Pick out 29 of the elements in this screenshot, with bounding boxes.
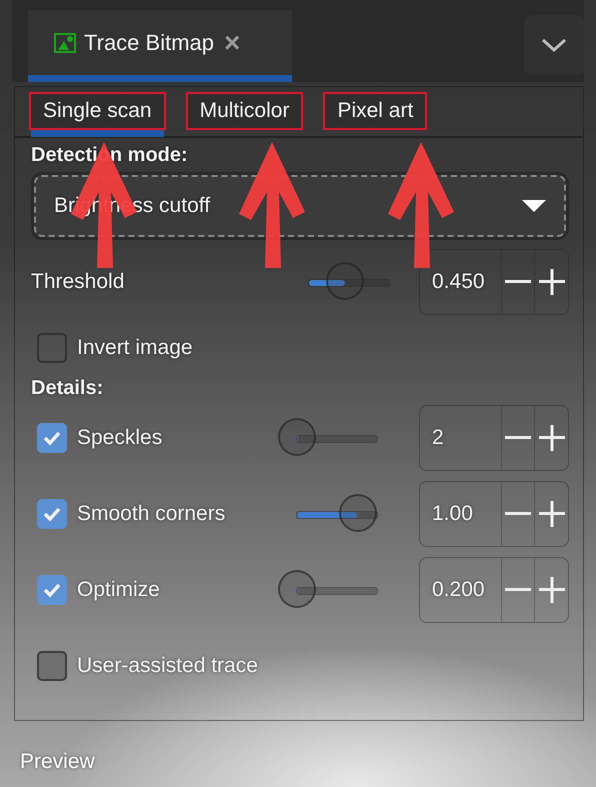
threshold-label: Threshold [31, 270, 126, 294]
preview-label: Preview [20, 750, 95, 774]
chevron-icon [541, 37, 567, 53]
checkbox-label: Speckles [77, 426, 162, 450]
mode-tab[interactable]: Multicolor [186, 92, 304, 130]
dialog-tab[interactable]: Trace Bitmap × [28, 10, 292, 82]
plus-icon[interactable] [534, 406, 568, 470]
plus-icon[interactable] [534, 558, 568, 622]
checkbox[interactable] [37, 333, 67, 363]
checkbox[interactable] [37, 499, 67, 529]
plus-icon[interactable] [534, 482, 568, 546]
checkbox[interactable] [37, 423, 67, 453]
checkbox-label: Invert image [77, 336, 193, 360]
close-icon[interactable]: × [224, 26, 240, 58]
dropdown-button[interactable] [524, 15, 584, 75]
checkbox-label: Optimize [77, 578, 160, 602]
checkbox[interactable] [37, 575, 67, 605]
checkbox-label: User-assisted trace [77, 654, 258, 678]
section-heading: Details: [31, 377, 104, 400]
spin-field[interactable]: 2 [419, 405, 569, 471]
spin-field[interactable]: 0.200 [419, 557, 569, 623]
plus-icon[interactable] [534, 250, 568, 314]
image-icon [54, 32, 76, 52]
mode-tab[interactable]: Pixel art [323, 92, 428, 130]
spin-field[interactable]: 1.00 [419, 481, 569, 547]
dialog-title: Trace Bitmap [84, 30, 214, 56]
checkbox-label: Smooth corners [77, 502, 226, 526]
dropdown-arrow-icon [522, 200, 546, 212]
checkbox[interactable] [37, 651, 67, 681]
